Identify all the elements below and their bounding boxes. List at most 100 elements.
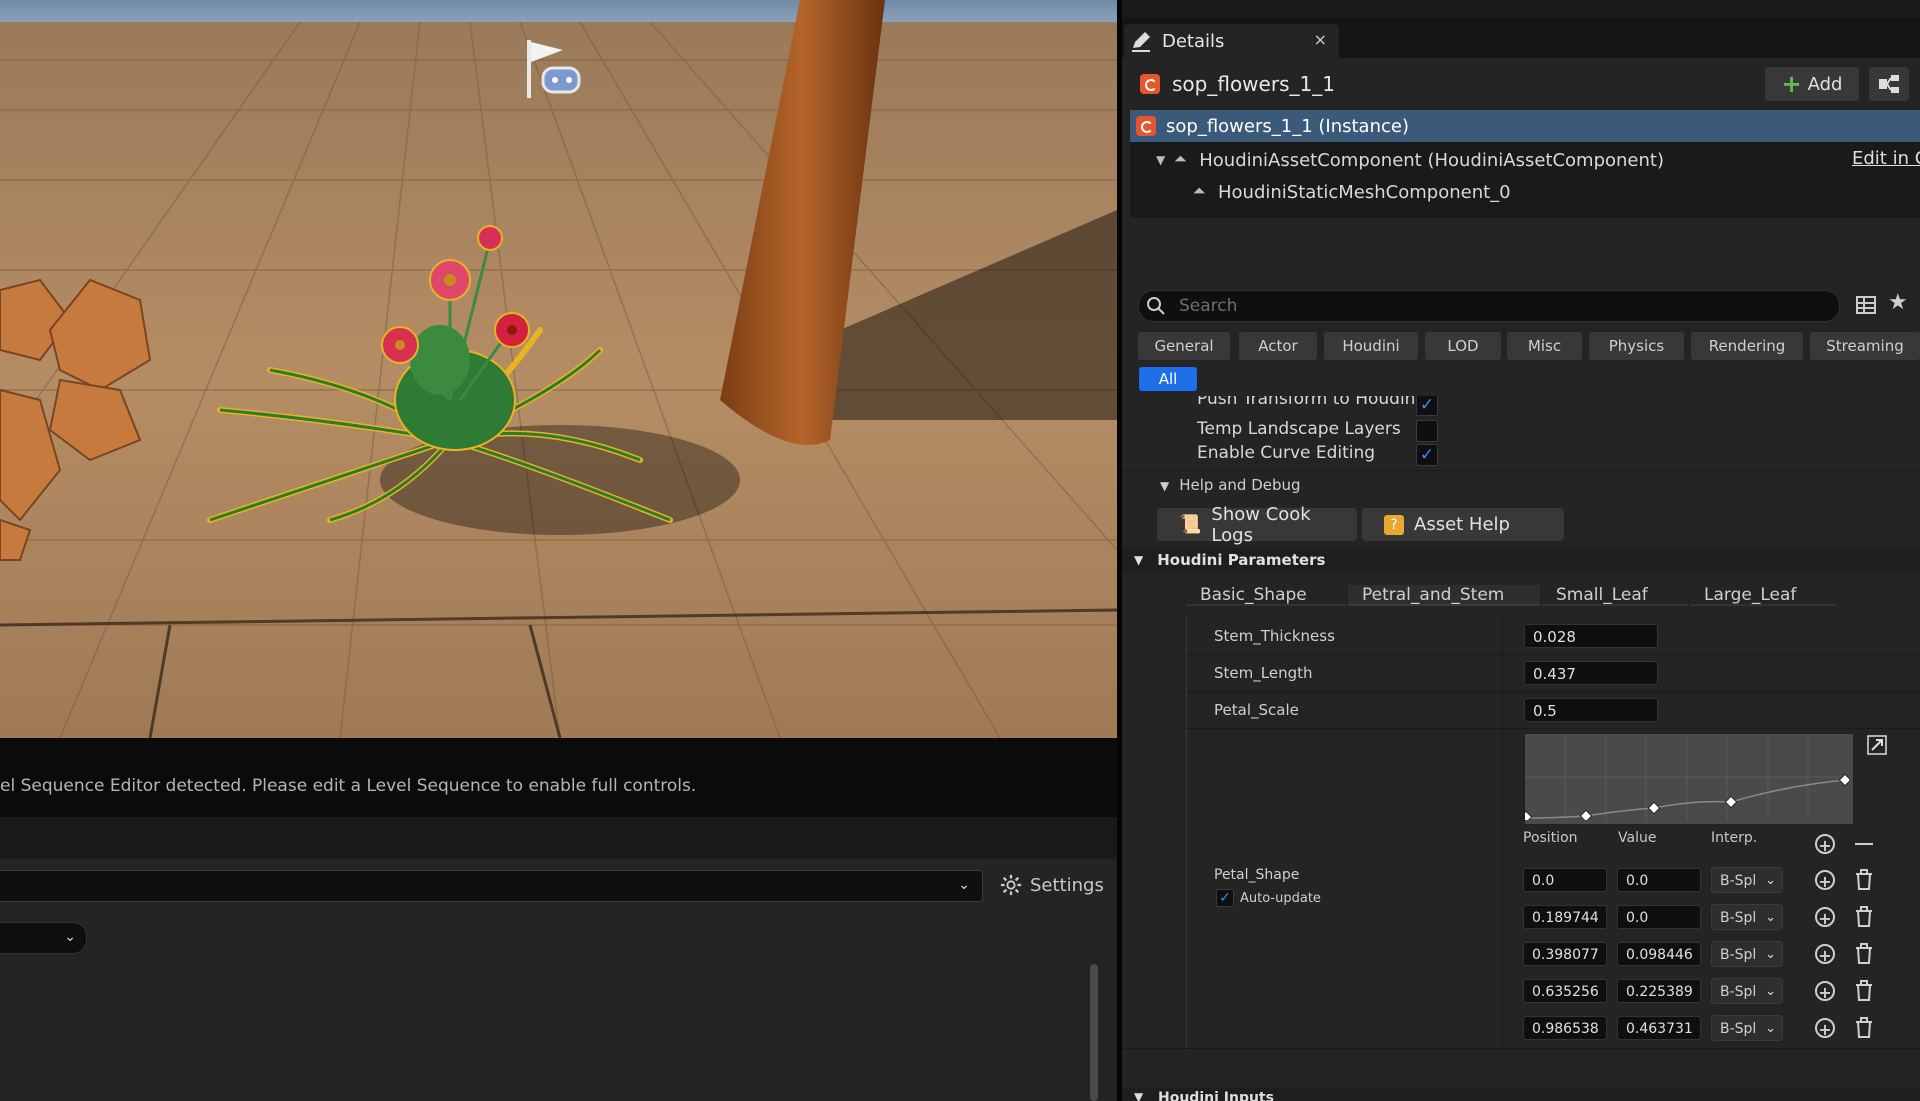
trash-icon[interactable] [1854, 943, 1874, 965]
viewport-scene [0, 0, 1117, 738]
temp-landscape-layers-label: Temp Landscape Layers [1197, 419, 1401, 439]
insert-point-icon[interactable]: + [1815, 981, 1835, 1002]
close-icon[interactable]: × [1314, 30, 1327, 49]
stem-thickness-input[interactable]: 0.028 [1524, 624, 1658, 648]
ramp-value-input[interactable]: 0.463731 [1617, 1016, 1701, 1040]
houdini-actor-icon [1136, 116, 1156, 136]
ramp-position-input[interactable]: 0.986538 [1523, 1016, 1607, 1040]
param-tab-small-leaf[interactable]: Small_Leaf [1542, 585, 1688, 606]
add-label: Add [1807, 73, 1843, 95]
settings-label: Settings [1030, 874, 1104, 896]
ramp-value-input[interactable]: 0.0 [1617, 868, 1701, 892]
help-debug-label: Help and Debug [1179, 476, 1301, 494]
settings-button[interactable]: Settings [1000, 870, 1104, 900]
category-streaming[interactable]: Streaming [1810, 332, 1920, 360]
category-misc[interactable]: Misc [1507, 332, 1582, 360]
help-debug-section[interactable]: ▼ Help and Debug [1160, 476, 1301, 494]
blueprint-button[interactable] [1869, 67, 1909, 101]
houdini-actor-icon [1140, 74, 1160, 94]
trash-icon[interactable] [1854, 906, 1874, 928]
category-actor[interactable]: Actor [1239, 332, 1317, 360]
insert-point-icon[interactable]: + [1815, 944, 1835, 965]
ramp-position-input[interactable]: 0.189744 [1523, 905, 1607, 929]
ramp-interp-select[interactable]: B-Spl ⌄ [1711, 904, 1783, 930]
push-transform-checkbox[interactable]: ✓ [1416, 396, 1438, 416]
expand-triangle-icon[interactable]: ▼ [1156, 153, 1165, 167]
ramp-value-input[interactable]: 0.225389 [1617, 979, 1701, 1003]
interp-label: B-Spl [1720, 984, 1757, 1000]
ramp-interp-select[interactable]: B-Spl ⌄ [1711, 978, 1783, 1004]
asset-help-button[interactable]: ? Asset Help [1362, 508, 1564, 541]
chevron-down-icon: ⌄ [64, 929, 76, 945]
param-tab-petral-and-stem[interactable]: Petral_and_Stem [1348, 585, 1540, 606]
component-icon: ⏶ [1192, 181, 1206, 200]
tree-item-houdini-asset-component[interactable]: ▼ ⏶ HoudiniAssetComponent (HoudiniAssetC… [1130, 144, 1920, 176]
level-viewport[interactable] [0, 0, 1117, 738]
ramp-value-input[interactable]: 0.0 [1617, 905, 1701, 929]
ramp-position-input[interactable]: 0.0 [1523, 868, 1607, 892]
houdini-inputs-label: Houdini Inputs [1158, 1090, 1274, 1101]
plus-icon: + [1781, 70, 1802, 98]
expand-curve-icon[interactable] [1866, 734, 1888, 756]
ramp-position-input[interactable]: 0.398077 [1523, 942, 1607, 966]
search-input[interactable] [1177, 295, 1781, 317]
sequencer-scrollbar[interactable] [1090, 964, 1098, 1101]
category-general[interactable]: General [1138, 332, 1230, 360]
chevron-down-icon: ⌄ [1765, 947, 1776, 962]
houdini-inputs-header[interactable]: ▼ Houdini Inputs [1122, 1088, 1920, 1101]
param-row-petal-scale: Petal_Scale 0.5 [1186, 692, 1920, 729]
param-tab-large-leaf[interactable]: Large_Leaf [1690, 585, 1836, 606]
ramp-value-input[interactable]: 0.098446 [1617, 942, 1701, 966]
sequence-combo[interactable]: ⌄ [0, 870, 983, 902]
enable-curve-editing-checkbox[interactable]: ✓ [1416, 444, 1438, 466]
ramp-curve[interactable] [1519, 734, 1852, 824]
add-component-button[interactable]: + Add [1765, 67, 1859, 101]
ramp-position-input[interactable]: 0.635256 [1523, 979, 1607, 1003]
insert-point-icon[interactable]: + [1815, 1018, 1835, 1039]
asset-help-label: Asset Help [1414, 514, 1510, 535]
ramp-curve-editor[interactable] [1519, 732, 1855, 826]
insert-point-icon[interactable]: + [1815, 870, 1835, 891]
insert-point-icon[interactable]: + [1815, 907, 1835, 928]
trash-icon[interactable] [1854, 980, 1874, 1002]
col-position: Position [1523, 830, 1578, 846]
stem-length-input[interactable]: 0.437 [1524, 661, 1658, 685]
category-lod[interactable]: LOD [1425, 332, 1501, 360]
ramp-interp-select[interactable]: B-Spl ⌄ [1711, 1015, 1783, 1041]
show-cook-logs-button[interactable]: 📜 Show Cook Logs [1157, 504, 1357, 546]
collapse-triangle-icon: ▼ [1160, 479, 1170, 493]
sequencer-status-message: el Sequence Editor detected. Please edit… [0, 776, 697, 796]
param-row-stem-thickness: Stem_Thickness 0.028 [1186, 618, 1920, 655]
category-rendering[interactable]: Rendering [1691, 332, 1803, 360]
show-cook-logs-label: Show Cook Logs [1211, 503, 1311, 546]
favorites-star-icon[interactable]: ★ [1888, 290, 1908, 315]
filter-combo[interactable]: ⌄ [0, 922, 87, 954]
tab-details[interactable]: Details × [1124, 24, 1339, 58]
param-tab-basic-shape[interactable]: Basic_Shape [1186, 585, 1346, 606]
ramp-interp-select[interactable]: B-Spl ⌄ [1711, 941, 1783, 967]
houdini-parameters-header[interactable]: ▼ Houdini Parameters [1122, 548, 1920, 572]
chevron-down-icon: ⌄ [958, 877, 970, 893]
outliner-footer [1122, 0, 1920, 18]
actor-name[interactable]: sop_flowers_1_1 [1172, 72, 1335, 96]
ramp-interp-select[interactable]: B-Spl ⌄ [1711, 867, 1783, 893]
tree-item-static-mesh-component[interactable]: ⏶ HoudiniStaticMeshComponent_0 [1130, 176, 1920, 208]
remove-point-icon[interactable] [1855, 843, 1873, 845]
trash-icon[interactable] [1854, 869, 1874, 891]
category-physics[interactable]: Physics [1589, 332, 1684, 360]
petal-scale-input[interactable]: 0.5 [1524, 698, 1658, 722]
temp-landscape-layers-checkbox[interactable] [1416, 420, 1438, 442]
category-houdini[interactable]: Houdini [1324, 332, 1418, 360]
interp-label: B-Spl [1720, 1021, 1757, 1037]
interp-label: B-Spl [1720, 947, 1757, 963]
chevron-down-icon: ⌄ [1765, 910, 1776, 925]
details-search[interactable] [1138, 290, 1840, 322]
tree-item-label: sop_flowers_1_1 (Instance) [1166, 115, 1409, 137]
add-point-icon[interactable]: + [1815, 834, 1835, 855]
category-all[interactable]: All [1139, 367, 1197, 391]
trash-icon[interactable] [1854, 1017, 1874, 1039]
tree-item-instance[interactable]: sop_flowers_1_1 (Instance) [1130, 110, 1920, 142]
param-row-stem-length: Stem_Length 0.437 [1186, 655, 1920, 692]
property-matrix-icon[interactable] [1855, 294, 1877, 316]
edit-in-cpp-link[interactable]: Edit in C [1852, 148, 1920, 169]
